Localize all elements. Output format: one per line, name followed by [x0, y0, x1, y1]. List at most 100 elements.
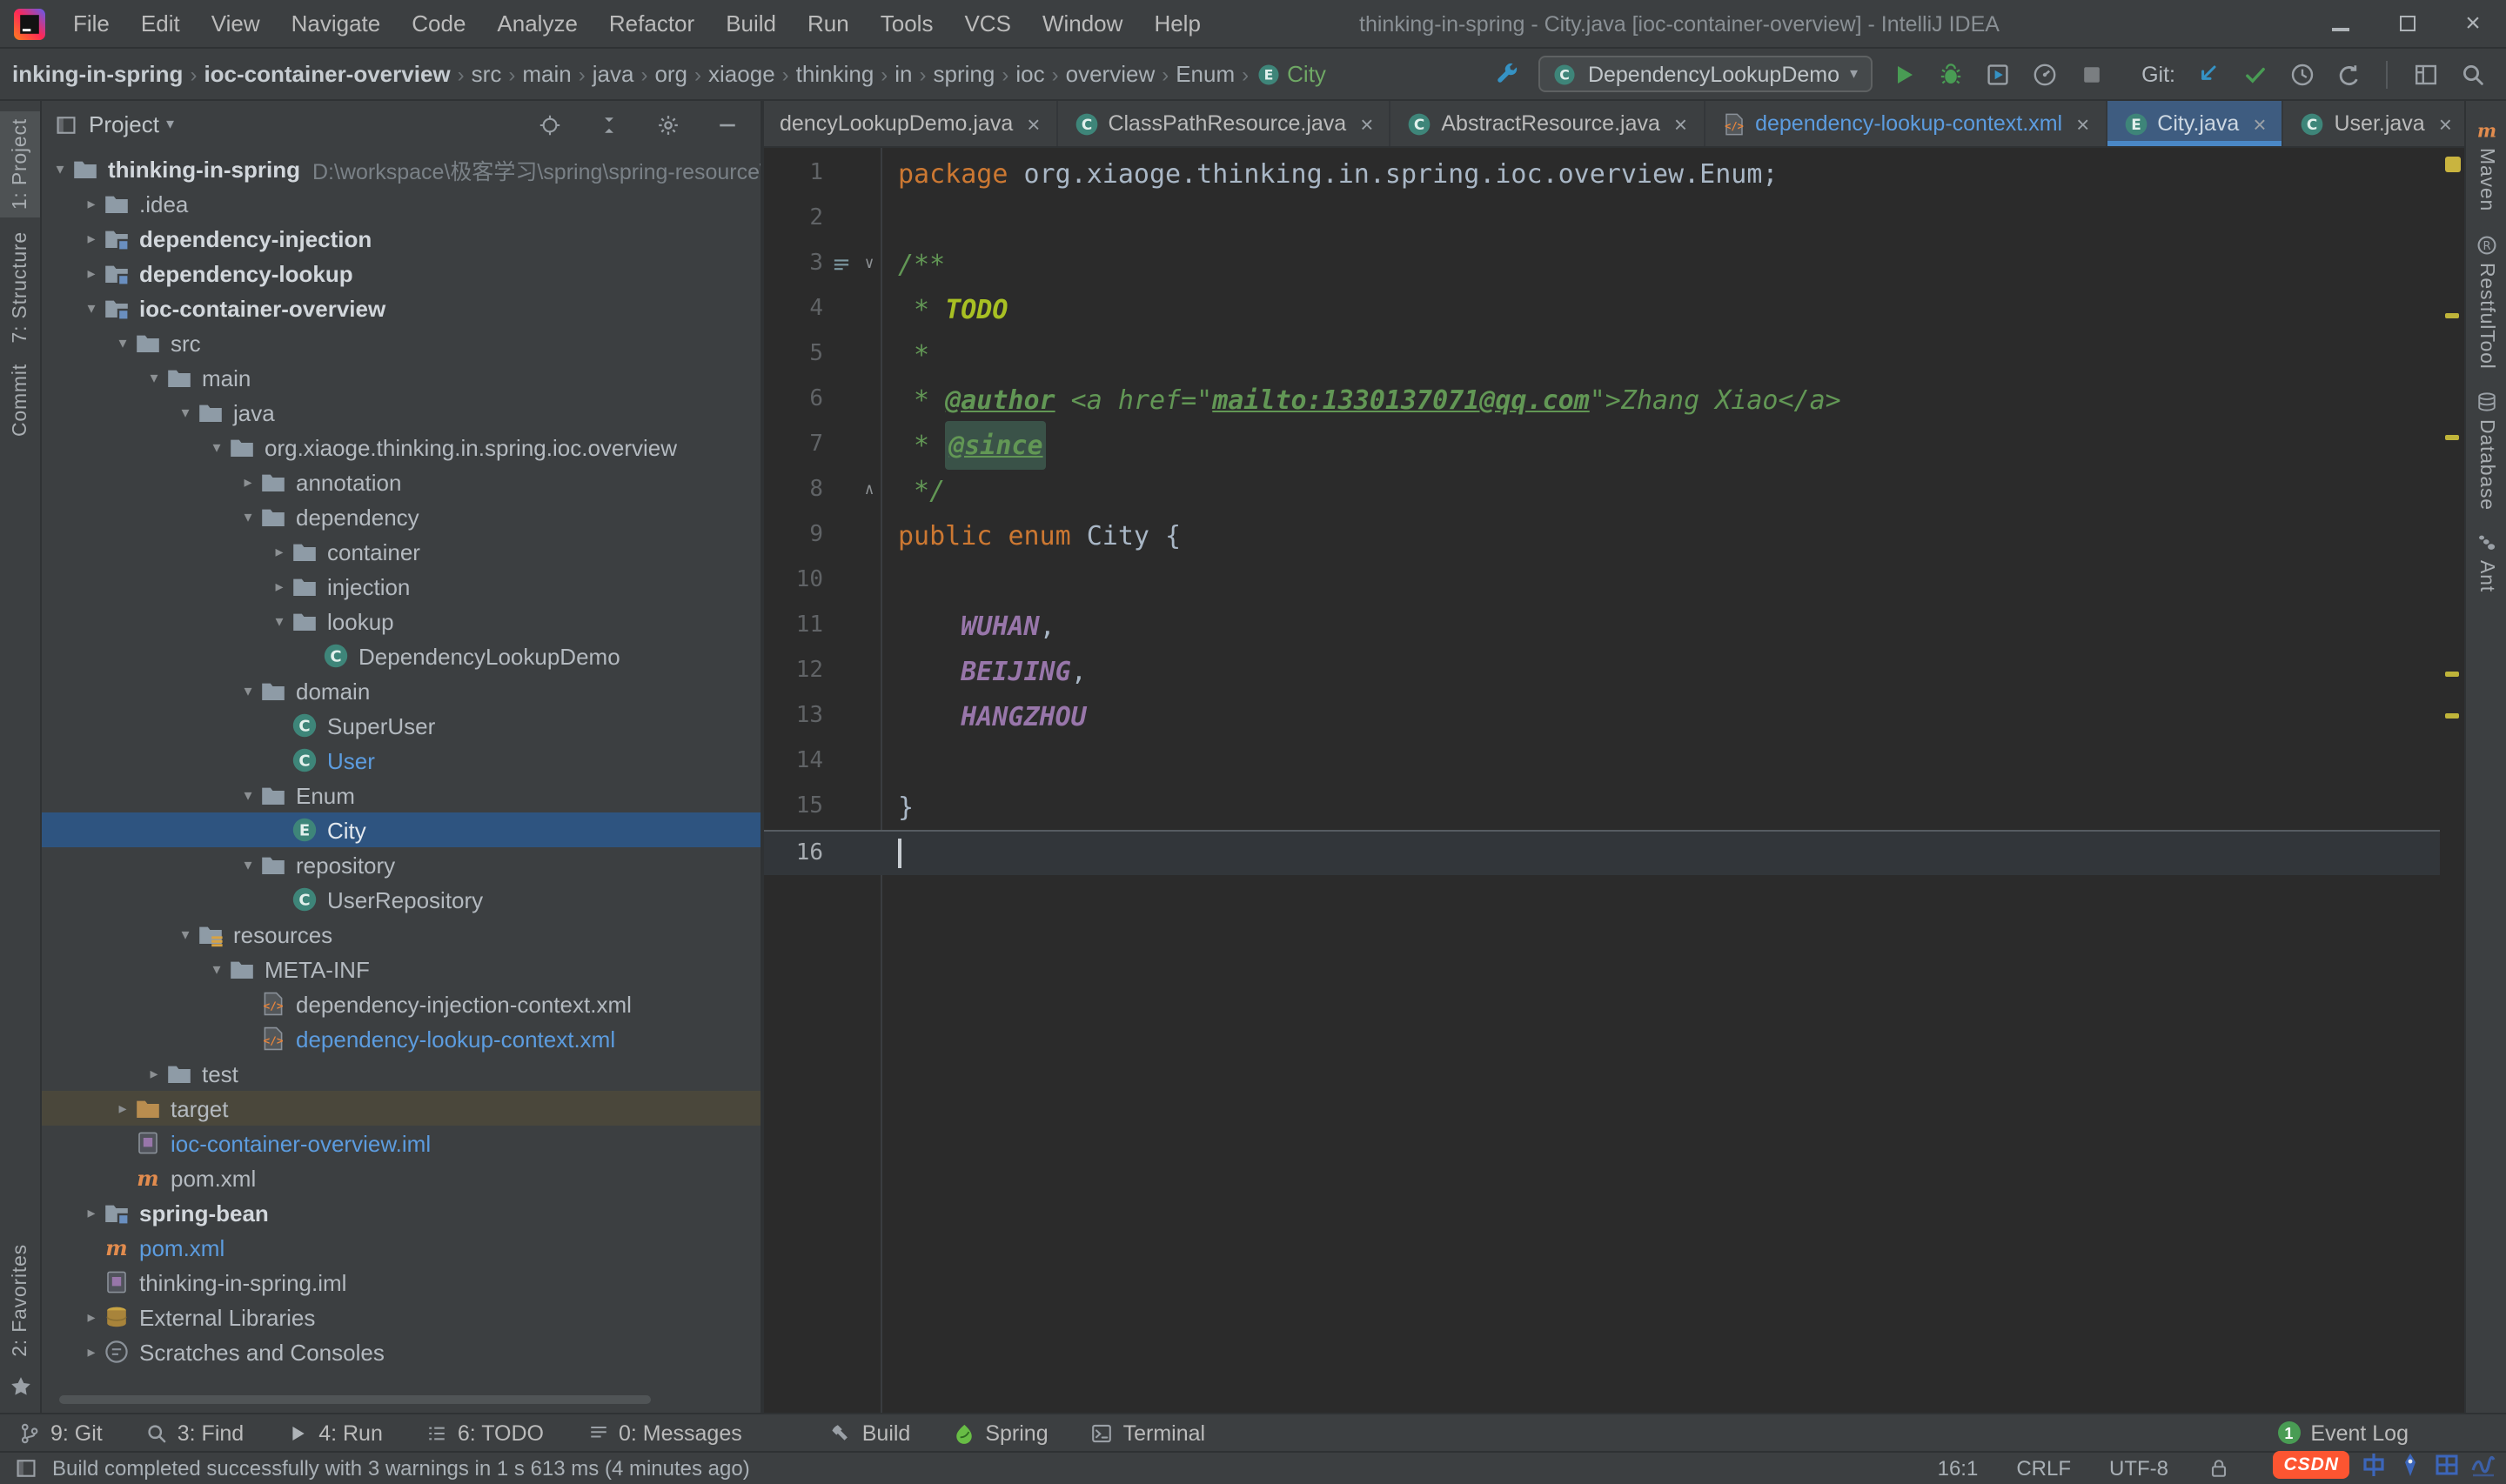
tree-item-external-libraries[interactable]: ▸External Libraries: [42, 1300, 761, 1334]
line-separator-widget[interactable]: CRLF: [2016, 1456, 2071, 1481]
tree-item-domain[interactable]: ▾domain: [42, 673, 761, 708]
tab-classpathresource-java[interactable]: CClassPathResource.java×: [1057, 101, 1390, 146]
tab-close-icon[interactable]: ×: [2439, 110, 2452, 137]
tree-toggle-icon[interactable]: ▾: [237, 785, 259, 805]
stripe-button-2-favorites[interactable]: 2: Favorites: [0, 1237, 40, 1364]
build-project-button[interactable]: [1487, 54, 1527, 94]
tool-button-9-git[interactable]: 9: Git: [17, 1420, 103, 1445]
breadcrumb-spring[interactable]: spring: [932, 61, 997, 87]
line-number[interactable]: 12: [764, 649, 823, 694]
tree-item-ioc-container-overview[interactable]: ▾ioc-container-overview: [42, 291, 761, 325]
tree-toggle-icon[interactable]: ▸: [111, 1099, 134, 1118]
tree-toggle-icon[interactable]: ▾: [205, 438, 228, 457]
line-number[interactable]: 9: [764, 513, 823, 558]
tree-toggle-icon[interactable]: ▾: [205, 959, 228, 979]
tree-item-test[interactable]: ▸test: [42, 1056, 761, 1091]
tree-item-dependency[interactable]: ▾dependency: [42, 499, 761, 534]
lock-icon[interactable]: [2207, 1456, 2231, 1481]
code-line-7[interactable]: 7 * @since: [764, 423, 2440, 468]
line-number[interactable]: 10: [764, 558, 823, 604]
project-view-chevron-icon[interactable]: ▾: [166, 115, 174, 134]
layout-windows-button[interactable]: [2405, 54, 2445, 94]
tree-item-pom-xml[interactable]: mpom.xml: [42, 1160, 761, 1195]
project-header-title[interactable]: Project: [89, 111, 159, 137]
line-number[interactable]: 4: [764, 287, 823, 332]
tree-toggle-icon[interactable]: ▾: [268, 612, 291, 631]
tab-abstractresource-java[interactable]: CAbstractResource.java×: [1390, 101, 1705, 146]
tree-item-src[interactable]: ▾src: [42, 325, 761, 360]
tree-item-java[interactable]: ▾java: [42, 395, 761, 430]
breadcrumb-ioc-container-overview[interactable]: ioc-container-overview: [202, 61, 452, 87]
tree-toggle-icon[interactable]: ▸: [143, 1064, 165, 1083]
breadcrumb-src[interactable]: src: [470, 61, 504, 87]
fold-marker-icon[interactable]: ∨: [858, 242, 881, 287]
code-line-13[interactable]: 13 HANGZHOU: [764, 694, 2440, 739]
tree-item-injection[interactable]: ▸injection: [42, 569, 761, 604]
line-number[interactable]: 16: [764, 832, 823, 875]
tool-button-6-todo[interactable]: 6: TODO: [425, 1420, 544, 1445]
debug-button[interactable]: [1931, 54, 1971, 94]
code-line-4[interactable]: 4 * TODO: [764, 287, 2440, 332]
tree-toggle-icon[interactable]: ▸: [80, 1203, 103, 1222]
breadcrumb-xiaoge[interactable]: xiaoge: [707, 61, 777, 87]
coverage-button[interactable]: [1978, 54, 2018, 94]
tree-item-dependency-injection[interactable]: ▸dependency-injection: [42, 221, 761, 256]
run-button[interactable]: [1884, 54, 1924, 94]
code-line-12[interactable]: 12 BEIJING,: [764, 649, 2440, 694]
tab-dencylookupdemo-java[interactable]: dencyLookupDemo.java×: [764, 101, 1057, 146]
tree-item-thinking-in-spring-iml[interactable]: thinking-in-spring.iml: [42, 1265, 761, 1300]
profiler-button[interactable]: [2025, 54, 2065, 94]
warning-mark[interactable]: [2445, 435, 2459, 440]
menu-file[interactable]: File: [57, 0, 125, 47]
line-number[interactable]: 3: [764, 242, 823, 287]
collapse-all-button[interactable]: [588, 104, 628, 144]
tree-item-dependencylookupdemo[interactable]: CDependencyLookupDemo: [42, 638, 761, 673]
menu-analyze[interactable]: Analyze: [481, 0, 593, 47]
breadcrumb-overview[interactable]: overview: [1064, 61, 1157, 87]
tree-toggle-icon[interactable]: ▾: [143, 368, 165, 387]
tool-button-terminal[interactable]: Terminal: [1090, 1420, 1206, 1445]
tool-windows-toggle-icon[interactable]: [14, 1456, 38, 1481]
run-config-combo[interactable]: C DependencyLookupDemo ▾: [1539, 56, 1872, 92]
stripe-button-restfultool[interactable]: RRestfulTool: [2466, 225, 2506, 376]
line-number[interactable]: 7: [764, 423, 823, 468]
locate-button[interactable]: [529, 104, 569, 144]
caret-position-widget[interactable]: 16:1: [1938, 1456, 1979, 1481]
tree-item-resources[interactable]: ▾resources: [42, 917, 761, 952]
close-button[interactable]: ×: [2440, 0, 2506, 47]
encoding-widget[interactable]: UTF-8: [2109, 1456, 2168, 1481]
menu-vcs[interactable]: VCS: [948, 0, 1026, 47]
stripe-button-ant[interactable]: Ant: [2466, 525, 2506, 600]
tree-toggle-icon[interactable]: ▸: [80, 194, 103, 213]
breadcrumb-java[interactable]: java: [591, 61, 636, 87]
menu-view[interactable]: View: [196, 0, 276, 47]
tree-item-thinking-in-spring[interactable]: ▾thinking-in-springD:\workspace\极客学习\spr…: [42, 151, 761, 186]
stripe-button-7-structure[interactable]: 7: Structure: [0, 224, 40, 350]
tab-user-java[interactable]: CUser.java×: [2284, 101, 2469, 146]
tree-item-lookup[interactable]: ▾lookup: [42, 604, 761, 638]
line-number[interactable]: 2: [764, 197, 823, 242]
tree-item-annotation[interactable]: ▸annotation: [42, 465, 761, 499]
stripe-button-commit[interactable]: Commit: [0, 357, 40, 444]
tree-toggle-icon[interactable]: ▸: [80, 1307, 103, 1327]
line-number[interactable]: 1: [764, 151, 823, 197]
menu-navigate[interactable]: Navigate: [276, 0, 397, 47]
tree-item-city[interactable]: ECity: [42, 812, 761, 847]
file-status-indicator[interactable]: [2444, 157, 2460, 172]
breadcrumb-city[interactable]: ECity: [1254, 61, 1328, 87]
tree-item-idea[interactable]: ▸.idea: [42, 186, 761, 221]
tree-item-pom-xml[interactable]: mpom.xml: [42, 1230, 761, 1265]
tree-toggle-icon[interactable]: ▾: [49, 159, 71, 178]
code-line-9[interactable]: 9public enum City {: [764, 513, 2440, 558]
menu-build[interactable]: Build: [710, 0, 792, 47]
line-number[interactable]: 14: [764, 739, 823, 785]
tool-button-0-messages[interactable]: 0: Messages: [586, 1420, 742, 1445]
breadcrumb-org[interactable]: org: [653, 61, 689, 87]
tree-item-scratches-and-consoles[interactable]: ▸Scratches and Consoles: [42, 1334, 761, 1369]
menu-edit[interactable]: Edit: [125, 0, 196, 47]
tab-close-icon[interactable]: ×: [1027, 110, 1040, 137]
breadcrumb-main[interactable]: main: [520, 61, 573, 87]
tree-item-userrepository[interactable]: CUserRepository: [42, 882, 761, 917]
tab-dependency-lookup-context-xml[interactable]: </>dependency-lookup-context.xml×: [1705, 101, 2107, 146]
tree-toggle-icon[interactable]: ▸: [80, 264, 103, 283]
